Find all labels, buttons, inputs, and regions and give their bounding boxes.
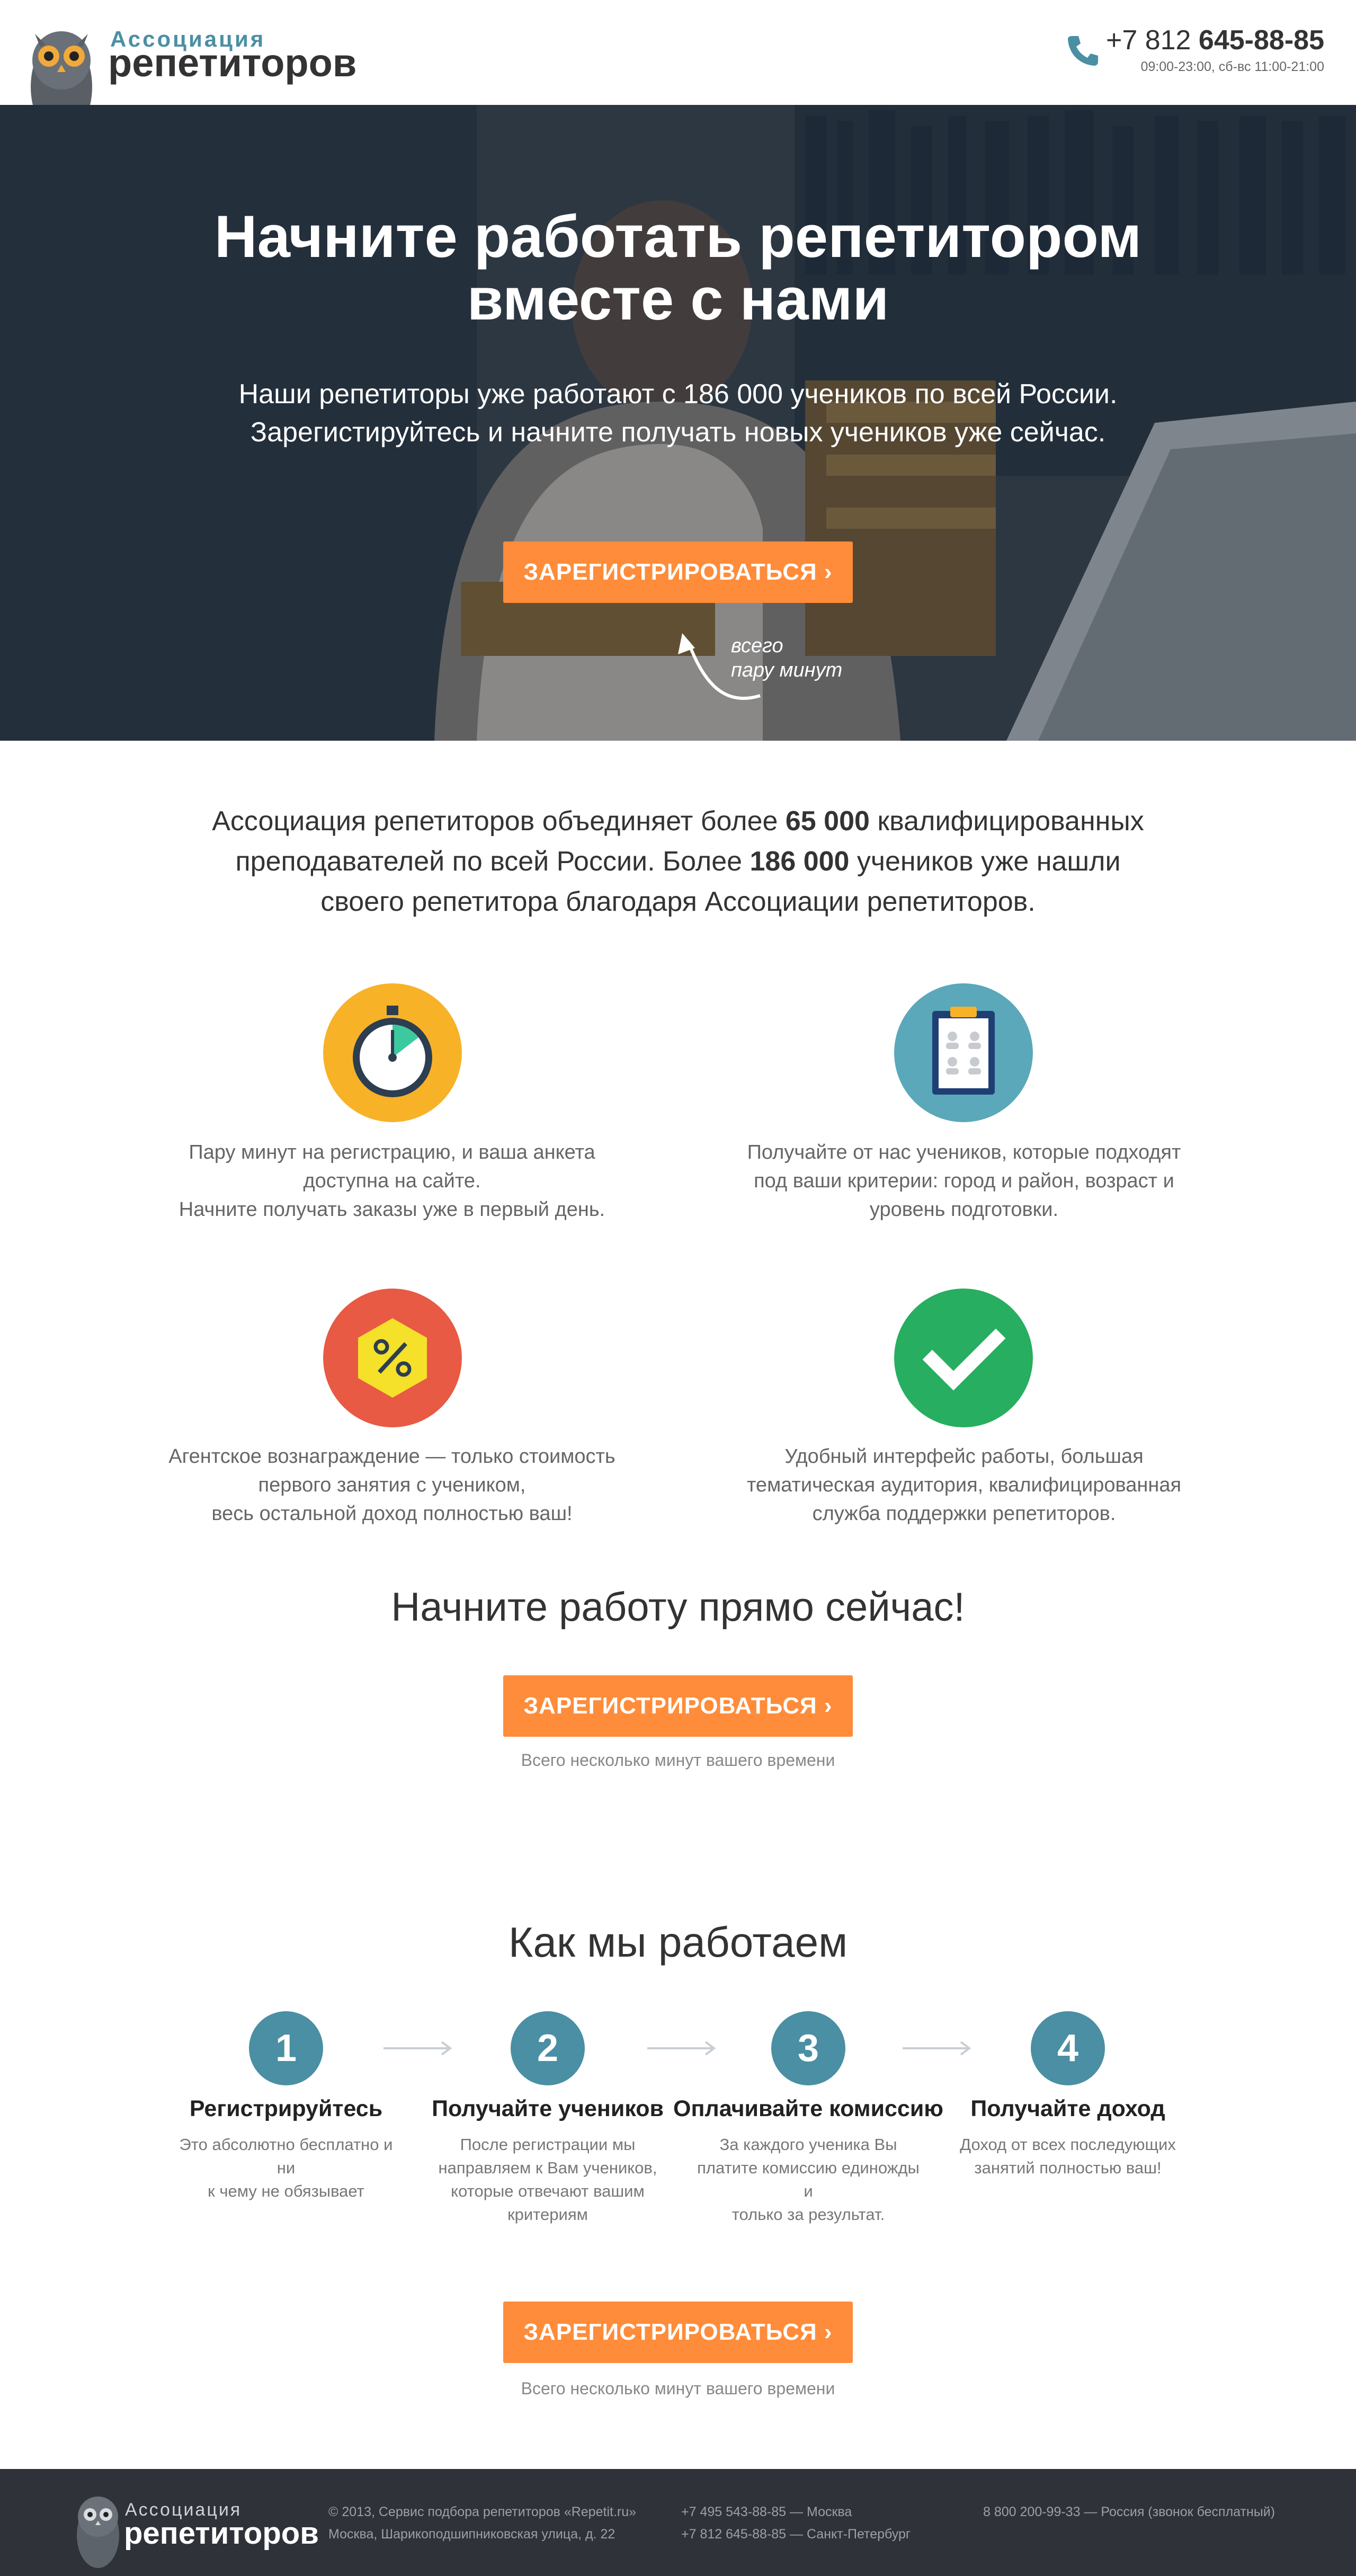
how-we-work-title: Как мы работаем [508,1918,848,1966]
logo-title: репетиторов [108,41,357,85]
intro-line2-a: преподавателей по всей России. Более [235,846,750,877]
intro-line2: преподавателей по всей России. Более 186… [0,841,1356,882]
intro-students-count: 186 000 [750,846,850,877]
step-arrow-icon [383,2041,452,2056]
feature-1-line2: доступна на сайте. [303,1170,481,1192]
footer-phone-moscow[interactable]: +7 495 543-88-85 — Москва [681,2501,911,2523]
footer-free-phone: 8 800 200-99-33 — Россия (звонок бесплат… [983,2501,1275,2523]
owl-logo-icon [77,2497,119,2568]
footer-logo-title: репетиторов [124,2516,319,2551]
phone-prefix: +7 812 [1105,25,1199,56]
step-2-text: После регистрации мы направляем к Вам уч… [434,2133,662,2226]
working-hours: 09:00-23:00, сб-вс 11:00-21:00 [1140,59,1324,74]
feature-commission-text: Агентское вознаграждение — только стоимо… [159,1442,625,1528]
step-arrow-icon [647,2041,716,2056]
step-1-text: Это абсолютно бесплатно и ни к чему не о… [172,2133,400,2203]
intro-tutors-count: 65 000 [785,806,870,837]
footer-phone-free[interactable]: 8 800 200-99-33 — Россия (звонок бесплат… [983,2501,1275,2523]
step-3-line2: платите комиссию единожды и [697,2158,920,2200]
footer-copyright: © 2013, Сервис подбора репетиторов «Repe… [328,2504,637,2519]
intro-line1-b: квалифицированных [869,806,1144,837]
step-arrow-icon [903,2041,971,2056]
bottom-cta-note: Всего несколько минут вашего времени [521,2379,835,2398]
footer-address: Москва, Шарикоподшипниковская улица, д. … [328,2527,615,2542]
hero-subtitle: Наши репетиторы уже работают с 186 000 у… [0,375,1356,451]
step-1-number: 1 [249,2011,323,2085]
feature-4-line1: Удобный интерфейс работы, большая [784,1445,1144,1468]
footer-phone-spb[interactable]: +7 812 645-88-85 — Санкт-Петербург [681,2523,911,2545]
feature-registration-text: Пару минут на регистрацию, и ваша анкета… [159,1138,625,1224]
hero-title-line2: вместе с нами [467,266,889,332]
step-3-line1: За каждого ученика Вы [719,2135,897,2154]
step-1-title: Регистрируйтесь [189,2096,383,2121]
bottom-register-button[interactable]: ЗАРЕГИСТРИРОВАТЬСЯ › [503,2302,853,2363]
step-3-number: 3 [771,2011,845,2085]
intro-line1: Ассоциация репетиторов объединяет более … [0,801,1356,841]
step-4-number: 4 [1031,2011,1105,2085]
feature-4-line2: тематическая аудитория, квалифицированна… [746,1474,1182,1496]
cta-note: Всего несколько минут вашего времени [521,1751,835,1770]
intro-line3: своего репетитора благодаря Ассоциации р… [320,886,1036,917]
feature-2-line3: уровень подготовки. [869,1198,1059,1221]
header-phone[interactable]: +7 812 645-88-85 09:00-23:00, сб-вс 11:0… [1106,24,1324,75]
hero-title: Начните работать репетитором вместе с на… [0,206,1356,331]
feature-students-text: Получайте от нас учеников, которые подхо… [731,1138,1197,1224]
feature-1-line1: Пару минут на регистрацию, и ваша анкета [189,1141,595,1163]
step-2-line3: которые отвечают вашим [451,2182,645,2200]
step-4-line1: Доход от всех последующих [960,2135,1176,2154]
feature-2-line1: Получайте от нас учеников, которые подхо… [747,1141,1181,1163]
step-1-line2: к чему не обязывает [208,2182,364,2200]
feature-1-line3: Начните получать заказы уже в первый ден… [179,1198,605,1221]
hero-subtitle-line1: Наши репетиторы уже работают с 186 000 у… [238,379,1118,410]
hero-note: всего пару минут [731,634,842,682]
step-4-text: Доход от всех последующих занятий полнос… [954,2133,1182,2180]
step-1-line1: Это абсолютно бесплатно и ни [179,2135,393,2177]
feature-interface-text: Удобный интерфейс работы, большая темати… [731,1442,1197,1528]
step-3-title: Оплачивайте комиссию [673,2096,943,2121]
feature-3-line2: первого занятия с учеником, [258,1474,526,1496]
step-2-line2: направляем к Вам учеников, [438,2158,657,2177]
hero-title-line1: Начните работать репетитором [214,203,1142,270]
site-header: Ассоциация репетиторов +7 812 645-88-85 … [0,0,1356,137]
feature-3-line3: весь остальной доход полностью ваш! [211,1503,573,1525]
step-2-number: 2 [511,2011,585,2085]
step-2-title: Получайте учеников [432,2096,664,2121]
hero-note-line1: всего [731,635,783,657]
percent-icon [323,1289,462,1427]
step-4-line2: занятий полностью ваш! [974,2158,1162,2177]
step-3-text: За каждого ученика Вы платите комиссию е… [694,2133,922,2226]
hero-section: Начните работать репетитором вместе с на… [0,105,1356,741]
feature-2-line2: под ваши критерии: город и район, возрас… [754,1170,1174,1192]
intro-line1-a: Ассоциация репетиторов объединяет более [212,806,786,837]
footer-phones: +7 495 543-88-85 — Москва +7 812 645-88-… [681,2501,911,2545]
footer-company-info: © 2013, Сервис подбора репетиторов «Repe… [328,2501,636,2545]
hero-subtitle-line2: Зарегистируйтесь и начните получать новы… [250,417,1106,448]
cta-register-button[interactable]: ЗАРЕГИСТРИРОВАТЬСЯ › [503,1675,853,1737]
phone-icon [1068,36,1098,66]
step-2-line1: После регистрации мы [460,2135,636,2154]
step-4-title: Получайте доход [970,2096,1165,2121]
cta-title: Начните работу прямо сейчас! [391,1585,965,1630]
stopwatch-icon [323,983,462,1122]
step-3-line3: только за результат. [731,2205,885,2224]
hero-note-line2: пару минут [731,659,843,681]
phone-main: 645-88-85 [1198,25,1324,56]
intro-text: Ассоциация репетиторов объединяет более … [0,801,1356,922]
feature-4-line3: служба поддержки репетиторов. [812,1503,1116,1525]
clipboard-icon [894,983,1033,1122]
feature-3-line1: Агентское вознаграждение — только стоимо… [168,1445,615,1468]
step-2-line4: критериям [507,2205,588,2224]
checkmark-icon [894,1289,1033,1427]
phone-number[interactable]: +7 812 645-88-85 [1106,24,1324,56]
site-footer: Ассоциация репетиторов © 2013, Сервис по… [0,2469,1356,2576]
intro-line2-b: учеников уже нашли [849,846,1121,877]
hero-register-button[interactable]: ЗАРЕГИСТРИРОВАТЬСЯ › [503,541,853,603]
